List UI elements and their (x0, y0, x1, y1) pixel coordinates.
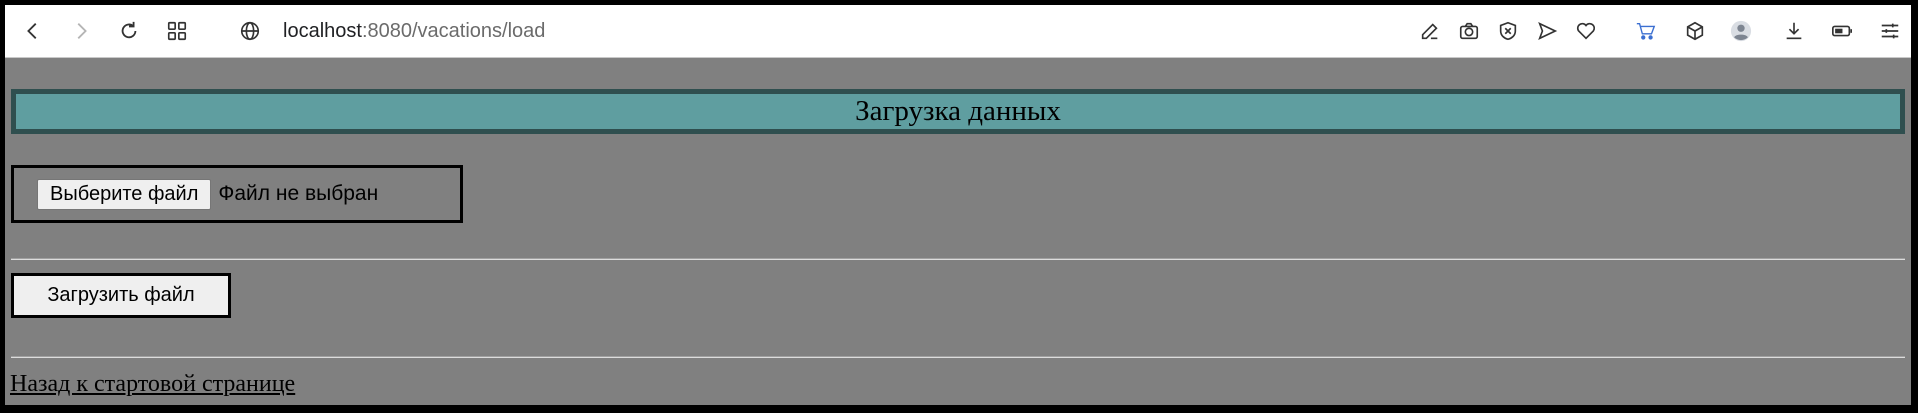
camera-icon[interactable] (1453, 15, 1485, 47)
edit-icon[interactable] (1414, 15, 1446, 47)
reload-icon[interactable] (113, 15, 145, 47)
back-to-start-link[interactable]: Назад к стартовой странице (10, 371, 295, 398)
cart-icon[interactable] (1630, 15, 1662, 47)
url-path: :8080/vacations/load (361, 20, 546, 42)
apps-grid-icon[interactable] (161, 15, 193, 47)
file-upload-box: Выберите файл Файл не выбран (11, 165, 463, 223)
upload-file-button[interactable]: Загрузить файл (11, 273, 231, 318)
send-icon[interactable] (1531, 15, 1563, 47)
file-status-text: Файл не выбран (218, 182, 379, 205)
forward-icon[interactable] (65, 15, 97, 47)
profile-avatar[interactable] (1725, 15, 1757, 47)
menu-icon[interactable] (1874, 15, 1906, 47)
divider (11, 356, 1905, 358)
divider (11, 258, 1905, 260)
shield-x-icon[interactable] (1492, 15, 1524, 47)
download-icon[interactable] (1778, 15, 1810, 47)
address-bar[interactable]: localhost:8080/vacations/load (283, 5, 545, 58)
back-icon[interactable] (17, 15, 49, 47)
heart-icon[interactable] (1570, 15, 1602, 47)
browser-toolbar: localhost:8080/vacations/load (5, 5, 1911, 58)
battery-icon[interactable] (1826, 15, 1858, 47)
cube-icon[interactable] (1679, 15, 1711, 47)
globe-icon[interactable] (234, 15, 266, 47)
url-host: localhost (283, 20, 362, 42)
choose-file-button[interactable]: Выберите файл (37, 178, 212, 210)
page-title: Загрузка данных (11, 89, 1905, 134)
browser-window: localhost:8080/vacations/load Загрузка д… (5, 5, 1911, 405)
